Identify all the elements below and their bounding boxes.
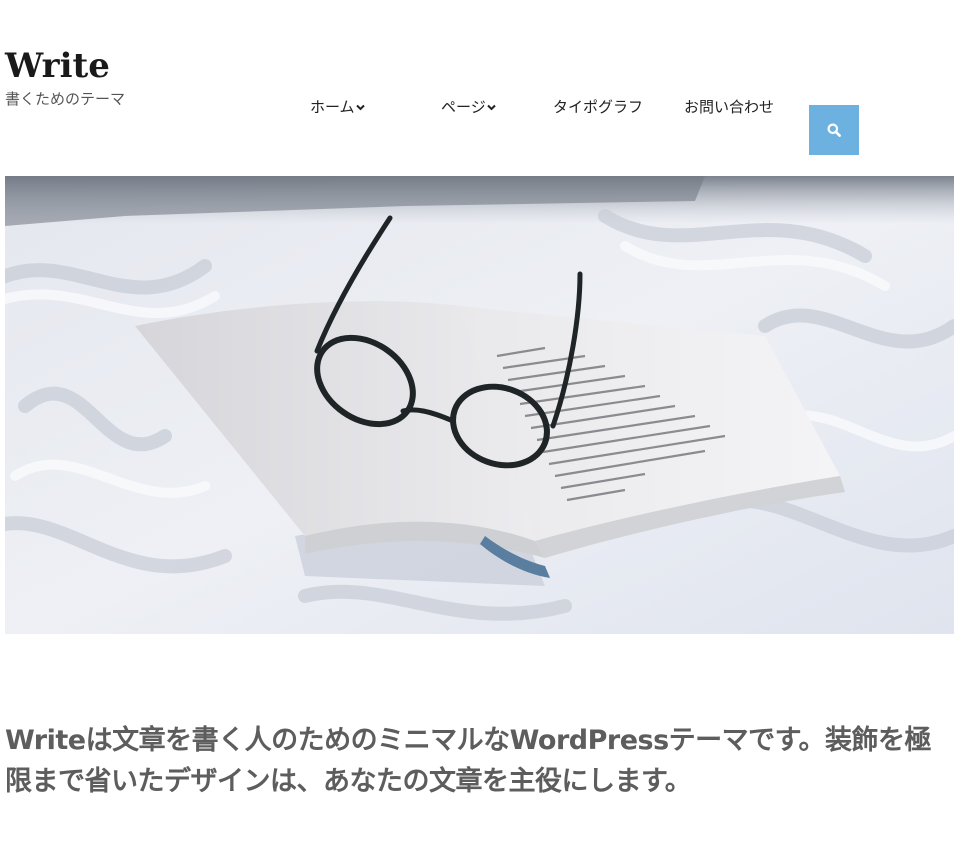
hero-image	[5, 176, 954, 634]
nav-item-home[interactable]: ホーム	[310, 96, 365, 118]
search-icon	[827, 123, 841, 137]
nav-item-label: ホーム	[310, 98, 355, 116]
nav-item-typography[interactable]: タイポグラフ	[553, 96, 643, 118]
chevron-down-icon	[486, 104, 496, 111]
intro-text: Writeは文章を書く人のためのミニマルなWordPressテーマです。装飾を極…	[5, 725, 931, 797]
nav-item-contact[interactable]: お問い合わせ	[684, 96, 774, 118]
nav-item-label: タイポグラフ	[553, 98, 644, 116]
site-title[interactable]: Write	[5, 44, 110, 88]
nav-item-label: ページ	[441, 98, 486, 116]
nav-item-label: お問い合わせ	[684, 98, 775, 116]
chevron-down-icon	[355, 104, 365, 111]
search-button[interactable]	[809, 105, 859, 155]
nav-item-pages[interactable]: ページ	[441, 96, 496, 118]
site-description: 書くためのテーマ	[5, 90, 126, 108]
